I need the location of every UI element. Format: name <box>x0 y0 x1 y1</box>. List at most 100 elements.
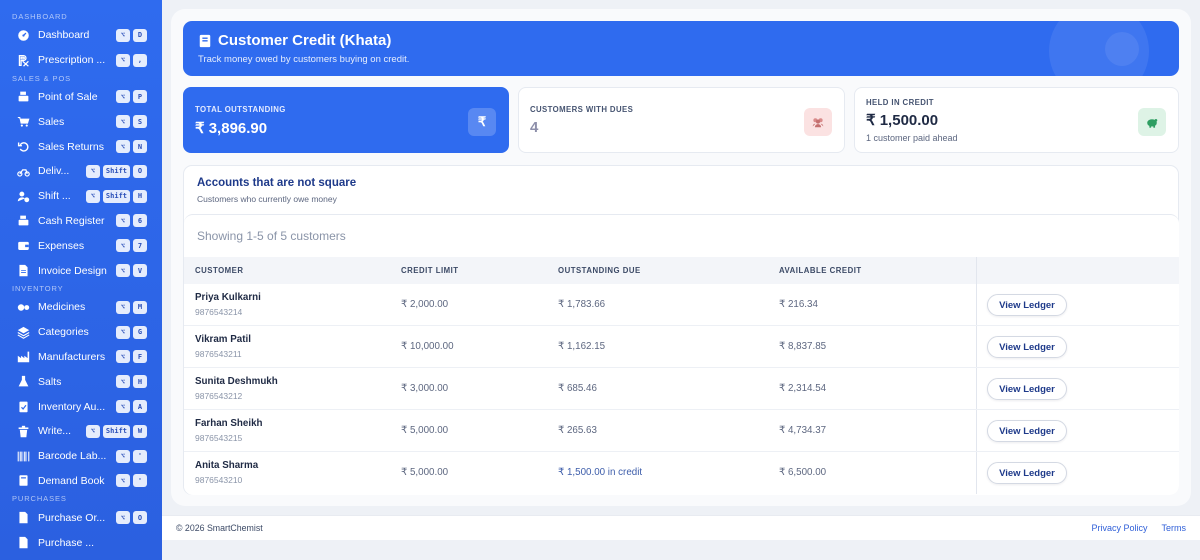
sidebar-item-write-off[interactable]: Write... ⌥ Shift W <box>0 419 162 444</box>
view-ledger-button[interactable]: View Ledger <box>987 378 1067 400</box>
credit-limit: ₹ 3,000.00 <box>401 383 449 394</box>
cash-register-icon <box>16 90 30 104</box>
sidebar-section-title: SALES & POS <box>12 73 72 83</box>
sidebar-item-sales-returns[interactable]: Sales Returns ⌥ N <box>0 134 162 159</box>
terms-link[interactable]: Terms <box>1162 523 1187 533</box>
customer-phone: 9876543215 <box>195 433 243 443</box>
outstanding-due: ₹ 265.63 <box>558 425 597 436</box>
column-header-outstanding-due[interactable]: OUTSTANDING DUE <box>558 257 641 284</box>
shortcut-key: ' <box>133 449 147 463</box>
sidebar-item-barcode-labels[interactable]: Barcode Lab... ⌥ ' <box>0 444 162 469</box>
book-icon <box>198 34 212 48</box>
flask-icon <box>16 375 30 389</box>
stat-label: CUSTOMERS WITH DUES <box>530 105 634 114</box>
sidebar-item-categories[interactable]: Categories ⌥ G <box>0 320 162 345</box>
shortcut-key: ⌥ <box>116 90 130 104</box>
view-ledger-button[interactable]: View Ledger <box>987 420 1067 442</box>
panel-title: Accounts that are not square <box>197 177 357 189</box>
sidebar-item-salts[interactable]: Salts ⌥ H <box>0 369 162 394</box>
column-header-credit-limit[interactable]: CREDIT LIMIT <box>401 257 459 284</box>
sidebar-section-title: INVENTORY <box>12 283 64 293</box>
table-row: Vikram Patil 9876543211 ₹ 10,000.00 ₹ 1,… <box>184 326 1179 368</box>
shortcut-keys: ⌥ V <box>116 264 147 278</box>
shortcut-key: M <box>133 300 147 314</box>
shortcut-key: 6 <box>133 214 147 228</box>
sidebar-item-medicines[interactable]: Medicines ⌥ M <box>0 295 162 320</box>
sidebar-item-purchase[interactable]: Purchase ... <box>0 530 162 555</box>
gauge-icon <box>16 28 30 42</box>
sidebar-item-label: Barcode Lab... <box>38 450 107 463</box>
cart-icon <box>16 115 30 129</box>
sidebar-item-demand-book[interactable]: Demand Book ⌥ ' <box>0 469 162 494</box>
page-title: Customer Credit (Khata) <box>198 32 391 49</box>
shortcut-key: ⌥ <box>116 53 130 67</box>
wallet-icon <box>16 239 30 253</box>
book-icon <box>16 474 30 488</box>
sidebar-item-prescription[interactable]: Prescription ... ⌥, <box>0 48 162 73</box>
sidebar-item-expenses[interactable]: Expenses ⌥ 7 <box>0 233 162 258</box>
shortcut-key: 7 <box>133 239 147 253</box>
sidebar-item-label: Shift ... <box>38 190 71 203</box>
shortcut-key: ⌥ <box>116 264 130 278</box>
page-footer: © 2026 SmartChemist Privacy Policy Terms <box>162 515 1200 540</box>
view-ledger-button[interactable]: View Ledger <box>987 462 1067 484</box>
sidebar-item-purchase-orders[interactable]: Purchase Or... ⌥ O <box>0 505 162 530</box>
customer-name: Anita Sharma <box>195 460 259 471</box>
privacy-policy-link[interactable]: Privacy Policy <box>1091 523 1147 533</box>
shortcut-key: ⌥ <box>116 350 130 364</box>
customer-phone: 9876543211 <box>195 349 242 359</box>
main-content: Customer Credit (Khata) Track money owed… <box>171 9 1191 506</box>
sidebar-item-label: Dashboard <box>38 29 90 42</box>
banner-decoration <box>1105 32 1139 66</box>
pagination-summary: Showing 1-5 of 5 customers <box>197 229 346 243</box>
sidebar-item-point-of-sale[interactable]: Point of Sale ⌥ P <box>0 85 162 110</box>
shortcut-keys: ⌥ A <box>116 400 147 414</box>
column-header-available-credit[interactable]: AVAILABLE CREDIT <box>779 257 862 284</box>
piggy-bank-icon <box>1138 108 1166 136</box>
shortcut-keys: ⌥ D <box>116 28 147 42</box>
view-ledger-button[interactable]: View Ledger <box>987 336 1067 358</box>
sidebar-item-invoice-design[interactable]: Invoice Design ⌥ V <box>0 258 162 283</box>
sidebar-item-label: Sales <box>38 115 65 128</box>
available-credit: ₹ 6,500.00 <box>779 467 827 478</box>
shortcut-key: ⌥ <box>116 375 130 389</box>
shortcut-key: P <box>133 90 147 104</box>
clipboard-check-icon <box>16 400 30 414</box>
sidebar-item-shift[interactable]: Shift ... ⌥ Shift H <box>0 184 162 209</box>
credit-limit: ₹ 5,000.00 <box>401 425 449 436</box>
sidebar-item-inventory-audit[interactable]: Inventory Au... ⌥ A <box>0 394 162 419</box>
shortcut-key: Shift <box>102 424 130 438</box>
customer-phone: 9876543212 <box>195 391 243 401</box>
table-header: CUSTOMER CREDIT LIMIT OUTSTANDING DUE AV… <box>184 257 1179 284</box>
prescription-icon <box>16 53 30 67</box>
sidebar-item-dashboard[interactable]: Dashboard ⌥ D <box>0 23 162 48</box>
shortcut-key: ⌥ <box>116 239 130 253</box>
stat-card-held-in-credit: HELD IN CREDIT ₹ 1,500.00 1 customer pai… <box>854 87 1179 153</box>
credit-limit: ₹ 2,000.00 <box>401 299 449 310</box>
page-title-text: Customer Credit (Khata) <box>218 32 392 49</box>
outstanding-due: ₹ 685.46 <box>558 383 597 394</box>
sidebar-item-manufacturers[interactable]: Manufacturers ⌥ F <box>0 345 162 370</box>
sidebar-section-title: PURCHASES <box>12 494 67 504</box>
stat-value: ₹ 3,896.90 <box>195 120 268 137</box>
column-header-customer[interactable]: CUSTOMER <box>195 257 243 284</box>
sidebar-item-cash-register[interactable]: Cash Register ⌥ 6 <box>0 209 162 234</box>
shortcut-key: F <box>133 350 147 364</box>
view-ledger-button[interactable]: View Ledger <box>987 294 1067 316</box>
available-credit: ₹ 8,837.85 <box>779 341 827 352</box>
sidebar-item-label: Medicines <box>38 301 86 314</box>
available-credit: ₹ 2,314.54 <box>779 383 827 394</box>
shortcut-key: W <box>133 424 147 438</box>
available-credit: ₹ 4,734.37 <box>779 425 827 436</box>
sidebar-item-sales[interactable]: Sales ⌥ S <box>0 109 162 134</box>
page-subtitle: Track money owed by customers buying on … <box>198 54 410 65</box>
stat-card-total-outstanding: TOTAL OUTSTANDING ₹ 3,896.90 ₹ <box>183 87 509 153</box>
shortcut-keys: ⌥ 6 <box>116 214 147 228</box>
sidebar-item-deliveries[interactable]: Deliv... ⌥ Shift O <box>0 159 162 184</box>
shortcut-keys: ⌥ Shift H <box>85 189 147 203</box>
sidebar-section-title: DASHBOARD <box>12 12 68 21</box>
stat-label: TOTAL OUTSTANDING <box>195 105 286 114</box>
sidebar-item-label: Manufacturers <box>38 350 106 363</box>
sidebar-item-label: Invoice Design <box>38 264 107 277</box>
table-row: Priya Kulkarni 9876543214 ₹ 2,000.00 ₹ 1… <box>184 284 1179 326</box>
